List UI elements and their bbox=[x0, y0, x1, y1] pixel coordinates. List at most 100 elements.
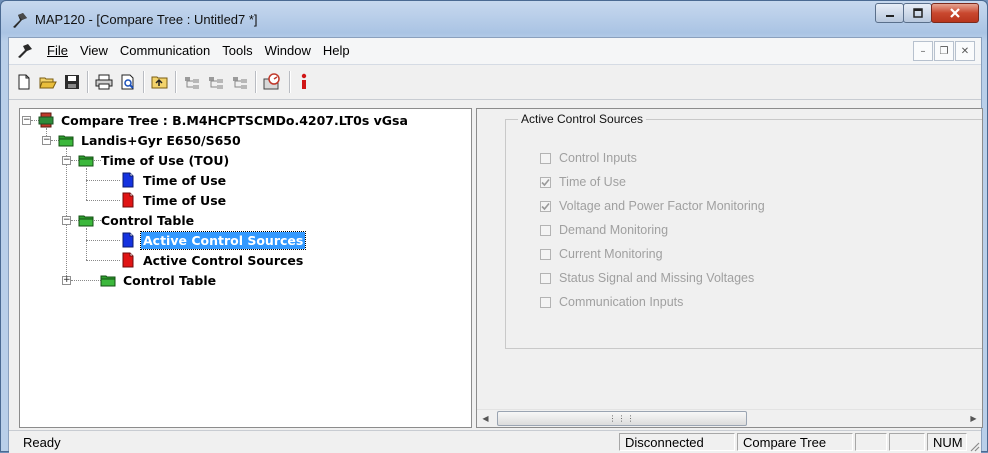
checkbox-control-inputs[interactable]: Control Inputs bbox=[540, 151, 637, 165]
status-empty-1 bbox=[855, 433, 887, 451]
checkbox-box[interactable] bbox=[540, 272, 551, 284]
info-button[interactable] bbox=[293, 71, 315, 93]
menu-bar: File View Communication Tools Window Hel… bbox=[9, 38, 981, 65]
collapse-toggle[interactable]: − bbox=[62, 156, 71, 165]
menu-communication[interactable]: Communication bbox=[114, 43, 216, 58]
checkbox-time-of-use[interactable]: Time of Use bbox=[540, 175, 626, 189]
toolbar-separator bbox=[143, 71, 145, 93]
tree-node-time-of-use-a[interactable]: Time of Use bbox=[120, 171, 228, 189]
checkbox-communication-inputs[interactable]: Communication Inputs bbox=[540, 295, 683, 309]
tree-node-control-table[interactable]: Control Table bbox=[78, 211, 196, 229]
tree-node-time-of-use-b[interactable]: Time of Use bbox=[120, 191, 228, 209]
green-folder-icon bbox=[100, 275, 116, 287]
checkbox-label: Communication Inputs bbox=[559, 295, 684, 309]
new-button[interactable] bbox=[13, 71, 35, 93]
expand-toggle[interactable]: + bbox=[62, 276, 71, 285]
tree-node-control-table-2[interactable]: Control Table bbox=[100, 271, 218, 289]
title-bar[interactable]: MAP120 - [Compare Tree : Untitled7 *] bbox=[1, 1, 987, 37]
minimize-button[interactable] bbox=[875, 3, 904, 23]
tree-icon-2 bbox=[209, 77, 223, 89]
checkbox-current-monitoring[interactable]: Current Monitoring bbox=[540, 247, 663, 261]
checkbox-label: Time of Use bbox=[559, 175, 626, 189]
menu-help[interactable]: Help bbox=[317, 43, 356, 58]
tree-button-3[interactable] bbox=[229, 71, 251, 93]
mdi-minimize-button[interactable]: – bbox=[913, 41, 933, 61]
menu-window[interactable]: Window bbox=[259, 43, 317, 58]
menu-file[interactable]: File bbox=[41, 43, 74, 58]
device-icon bbox=[263, 73, 280, 90]
checkbox-status-signal[interactable]: Status Signal and Missing Voltages bbox=[540, 271, 754, 285]
status-bar: Ready Disconnected Compare Tree NUM bbox=[9, 430, 981, 453]
open-button[interactable] bbox=[37, 71, 59, 93]
checkbox-box[interactable] bbox=[540, 296, 551, 308]
tree-node-label: Time of Use (TOU) bbox=[101, 152, 230, 168]
tree-connector bbox=[86, 200, 120, 201]
tree-node-landis-gyr[interactable]: Landis+Gyr E650/S650 bbox=[58, 131, 243, 149]
checkbox-voltage-power-factor[interactable]: Voltage and Power Factor Monitoring bbox=[540, 199, 765, 213]
menu-items: File View Communication Tools Window Hel… bbox=[41, 43, 356, 58]
scrollbar-thumb[interactable]: ⋮⋮⋮ bbox=[497, 411, 747, 426]
collapse-toggle[interactable]: − bbox=[22, 116, 31, 125]
device-button[interactable] bbox=[261, 71, 283, 93]
tree-view[interactable]: − − − − + Compare Tree : B.M4HCPTSCMDo.4… bbox=[19, 108, 472, 428]
maximize-icon bbox=[912, 8, 923, 18]
print-button[interactable] bbox=[93, 71, 115, 93]
detail-pane: Active Control Sources Control Inputs Ti… bbox=[476, 108, 983, 428]
group-title: Active Control Sources bbox=[518, 112, 647, 126]
checkbox-box[interactable] bbox=[540, 176, 551, 188]
green-folder-icon bbox=[78, 155, 94, 167]
tree-node-active-control-sources[interactable]: Active Control Sources bbox=[120, 251, 305, 269]
tree-node-active-control-sources-selected[interactable]: Active Control Sources bbox=[120, 230, 307, 250]
red-document-icon bbox=[122, 252, 134, 268]
collapse-toggle[interactable]: − bbox=[42, 136, 51, 145]
toolbar-separator bbox=[255, 71, 257, 93]
tree-node-compare-tree[interactable]: Compare Tree : B.M4HCPTSCMDo.4207.LT0s v… bbox=[38, 111, 410, 129]
checkmark-icon bbox=[541, 178, 550, 186]
checkbox-demand-monitoring[interactable]: Demand Monitoring bbox=[540, 223, 668, 237]
tree-button-1[interactable] bbox=[181, 71, 203, 93]
red-document-icon bbox=[122, 192, 134, 208]
print-icon bbox=[95, 74, 113, 90]
status-connection: Disconnected bbox=[619, 433, 735, 451]
checkbox-box[interactable] bbox=[540, 248, 551, 260]
tree-connector bbox=[86, 240, 120, 241]
checkbox-box[interactable] bbox=[540, 152, 551, 164]
tree-connector bbox=[86, 228, 87, 260]
info-icon bbox=[301, 73, 307, 89]
blue-document-icon bbox=[122, 232, 134, 248]
collapse-toggle[interactable]: − bbox=[62, 216, 71, 225]
tree-node-time-of-use-tou[interactable]: Time of Use (TOU) bbox=[78, 151, 231, 169]
tree-connector bbox=[66, 148, 67, 280]
menu-tools[interactable]: Tools bbox=[216, 43, 258, 58]
toolbar bbox=[9, 65, 981, 100]
tree-node-label: Active Control Sources bbox=[143, 252, 304, 268]
checkbox-box[interactable] bbox=[540, 200, 551, 212]
checkbox-box[interactable] bbox=[540, 224, 551, 236]
print-preview-icon bbox=[121, 74, 134, 90]
blue-document-icon bbox=[122, 172, 134, 188]
window-title: MAP120 - [Compare Tree : Untitled7 *] bbox=[35, 12, 258, 27]
active-control-sources-group: Active Control Sources Control Inputs Ti… bbox=[505, 112, 982, 349]
up-folder-button[interactable] bbox=[149, 71, 171, 93]
scroll-right-button[interactable]: ▶ bbox=[965, 410, 982, 427]
up-folder-icon bbox=[151, 76, 168, 89]
scroll-left-button[interactable]: ◀ bbox=[477, 410, 494, 427]
mdi-close-button[interactable]: ✕ bbox=[955, 41, 975, 61]
menu-view[interactable]: View bbox=[74, 43, 114, 58]
checkbox-label: Current Monitoring bbox=[559, 247, 663, 261]
content-area: − − − − + Compare Tree : B.M4HCPTSCMDo.4… bbox=[9, 100, 983, 428]
document-system-icon[interactable] bbox=[17, 43, 35, 59]
maximize-button[interactable] bbox=[903, 3, 932, 23]
status-num: NUM bbox=[927, 433, 967, 451]
close-button[interactable] bbox=[931, 3, 979, 23]
horizontal-scrollbar[interactable]: ◀ ⋮⋮⋮ ▶ bbox=[477, 409, 982, 427]
caption-buttons bbox=[875, 3, 979, 25]
mdi-restore-button[interactable]: ❐ bbox=[934, 41, 954, 61]
print-preview-button[interactable] bbox=[117, 71, 139, 93]
checkbox-label: Voltage and Power Factor Monitoring bbox=[559, 199, 765, 213]
tree-button-2[interactable] bbox=[205, 71, 227, 93]
toolbar-separator bbox=[87, 71, 89, 93]
resize-grip-icon[interactable] bbox=[968, 440, 980, 452]
map120-app-icon bbox=[13, 13, 27, 28]
save-button[interactable] bbox=[61, 71, 83, 93]
